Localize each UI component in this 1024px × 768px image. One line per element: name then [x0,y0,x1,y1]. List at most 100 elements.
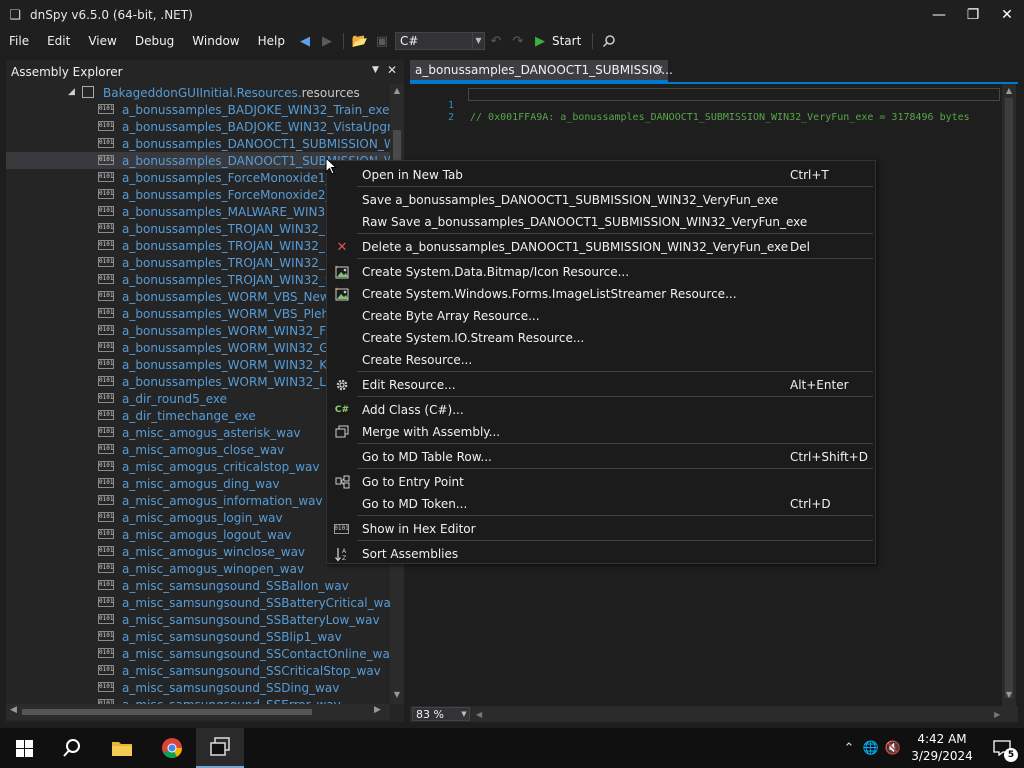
binary-resource-icon: 0101 [98,580,114,590]
menu-item[interactable]: Create Byte Array Resource... [327,305,875,327]
scrollbar-thumb[interactable] [1005,98,1013,698]
current-line-highlight [468,88,1000,101]
menu-item[interactable]: 0101 Show in Hex Editor [327,518,875,540]
menu-item[interactable]: Go to MD Token... Ctrl+D [327,493,875,515]
tree-item[interactable]: 0101 a_bonussamples_BADJOKE_WIN32_Train_e… [6,101,390,118]
menu-item[interactable]: Go to Entry Point [327,471,875,493]
binary-resource-icon: 0101 [98,240,114,250]
menu-item[interactable]: ✕ Delete a_bonussamples_DANOOCT1_SUBMISSI… [327,236,875,258]
network-globe-icon[interactable]: 🌐 [860,741,882,756]
clock[interactable]: 4:42 AM 3/29/2024 [904,731,980,765]
tree-item[interactable]: 0101 a_misc_samsungsound_SSContactOnline_… [6,645,390,662]
tree-item-label: a_misc_amogus_winopen_wav [122,561,305,576]
scroll-left-icon[interactable]: ◀ [476,710,482,719]
clock-date: 3/29/2024 [911,749,973,763]
scroll-right-icon[interactable]: ▶ [374,705,381,715]
open-folder-icon[interactable]: 📂 [349,30,371,52]
menu-help[interactable]: Help [249,30,294,52]
menu-view[interactable]: View [79,30,125,52]
volume-muted-icon[interactable]: 🔇 [882,741,904,756]
tree-item[interactable]: 0101 a_bonussamples_BADJOKE_WIN32_VistaUp… [6,118,390,135]
navigate-forward-icon[interactable]: ▶ [316,30,338,52]
chrome-button[interactable] [148,728,196,768]
file-explorer-button[interactable] [98,728,146,768]
menu-item[interactable]: A Z Sort Assemblies [327,543,875,565]
chevron-up-icon[interactable]: ⌃ [838,741,860,756]
tree-item[interactable]: 0101 a_misc_samsungsound_SSDing_wav [6,679,390,696]
tree-item[interactable]: 0101 a_bonussamples_DANOOCT1_SUBMISSION_W… [6,135,390,152]
panel-title: Assembly Explorer [11,65,123,79]
assembly-explorer-header: Assembly Explorer ▼ ✕ [6,60,404,84]
scroll-down-icon[interactable]: ▼ [1002,690,1016,699]
menu-item[interactable]: Save a_bonussamples_DANOOCT1_SUBMISSION_… [327,189,875,211]
expand-triangle-icon[interactable]: ◢ [68,87,75,97]
tree-item[interactable]: 0101 a_misc_samsungsound_SSBatteryCritica… [6,594,390,611]
menu-item[interactable]: Create Resource... [327,349,875,371]
scrollbar-thumb[interactable] [22,709,312,715]
title-bar: ❏ dnSpy v6.5.0 (64-bit, .NET) — ❐ ✕ [0,0,1024,30]
tree-item[interactable]: 0101a_misc_samsungsound_SSError_wav [6,696,390,704]
scroll-down-icon[interactable]: ▼ [390,690,404,699]
menu-separator [357,515,873,516]
save-all-icon[interactable]: ▣ [371,30,393,52]
csharp-icon: C# [334,405,350,415]
scroll-left-icon[interactable]: ◀ [10,705,17,715]
tree-item-label: a_bonussamples_TROJAN_WIN32_Desk [122,221,355,236]
tree-item-label: a_bonussamples_TROJAN_WIN32_Herr [122,238,351,253]
scroll-up-icon[interactable]: ▲ [390,86,404,95]
menu-item[interactable]: Merge with Assembly... [327,421,875,443]
scroll-right-icon[interactable]: ▶ [994,710,1000,719]
menu-item[interactable]: Open in New Tab Ctrl+T [327,164,875,186]
search-button[interactable] [48,728,96,768]
maximize-button[interactable]: ❐ [956,0,990,30]
tree-node-resources[interactable]: ◢ BakageddonGUIInitial.Resources.resourc… [6,84,390,101]
start-button[interactable] [0,728,48,768]
menu-item-shortcut: Ctrl+Shift+D [790,450,868,464]
menu-item[interactable]: * Create System.Windows.Forms.ImageListSt… [327,283,875,305]
tree-node-label: BakageddonGUIInitial.Resources.resources [103,85,360,100]
svg-text:Z: Z [342,555,346,562]
menu-file[interactable]: File [0,30,38,52]
menu-edit[interactable]: Edit [38,30,79,52]
menu-item[interactable]: Create System.IO.Stream Resource... [327,327,875,349]
binary-resource-icon: 0101 [98,172,114,182]
menu-debug[interactable]: Debug [126,30,183,52]
binary-resource-icon: 0101 [98,631,114,641]
tree-item-label: a_misc_amogus_ding_wav [122,476,280,491]
minimize-button[interactable]: — [922,0,956,30]
menu-item-shortcut: Ctrl+T [790,168,829,182]
scroll-up-icon[interactable]: ▲ [1002,86,1016,95]
notification-center-button[interactable]: 5 [980,728,1024,768]
binary-resource-icon: 0101 [98,597,114,607]
menu-item[interactable]: * Create System.Data.Bitmap/Icon Resource… [327,261,875,283]
undo-icon[interactable]: ↶ [485,30,507,52]
language-select[interactable]: C# ▼ [394,32,485,50]
editor-vertical-scrollbar[interactable]: ▲ ▼ [1002,84,1016,706]
start-debug-button[interactable]: ▶ Start [529,34,587,49]
tree-item[interactable]: 0101 a_misc_samsungsound_SSBatteryLow_wav [6,611,390,628]
tree-item-label: a_misc_amogus_logout_wav [122,527,292,542]
menu-item[interactable]: Go to MD Table Row... Ctrl+Shift+D [327,446,875,468]
menu-item[interactable]: C# Add Class (C#)... [327,399,875,421]
redo-icon[interactable]: ↷ [507,30,529,52]
menu-item-label: Delete a_bonussamples_DANOOCT1_SUBMISSIO… [362,240,789,254]
explorer-horizontal-scrollbar[interactable]: ◀ ▶ [6,704,390,720]
tree-item[interactable]: 0101 a_misc_samsungsound_SSCriticalStop_w… [6,662,390,679]
search-icon[interactable] [598,30,620,52]
dnspy-taskbar-button[interactable] [196,728,244,768]
close-tab-icon[interactable]: ✕ [654,63,664,77]
tree-item[interactable]: 0101 a_misc_samsungsound_SSBlip1_wav [6,628,390,645]
close-icon[interactable]: ✕ [387,63,397,77]
gear-icon [334,377,350,393]
window-title: dnSpy v6.5.0 (64-bit, .NET) [30,8,193,22]
document-tab[interactable]: a_bonussamples_DANOOCT1_SUBMISSIO... ✕ [410,60,673,82]
close-window-button[interactable]: ✕ [990,0,1024,30]
chevron-down-icon[interactable]: ▼ [372,65,379,75]
tree-item[interactable]: 0101 a_misc_samsungsound_SSBallon_wav [6,577,390,594]
menu-item[interactable]: Raw Save a_bonussamples_DANOOCT1_SUBMISS… [327,211,875,233]
navigate-back-icon[interactable]: ◀ [294,30,316,52]
menu-item[interactable]: Edit Resource... Alt+Enter [327,374,875,396]
menu-item-label: Raw Save a_bonussamples_DANOOCT1_SUBMISS… [362,215,808,229]
menu-window[interactable]: Window [183,30,248,52]
zoom-select[interactable]: 83 % ▼ [412,707,470,721]
